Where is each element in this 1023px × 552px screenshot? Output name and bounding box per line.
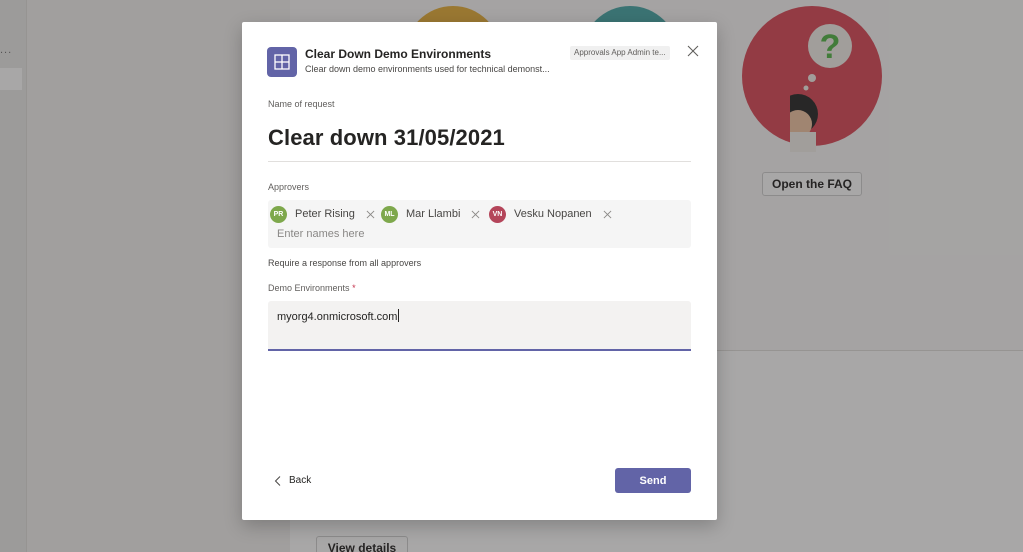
approver-chip-peter-rising: PR Peter Rising <box>270 205 375 223</box>
demo-environments-label: Demo Environments * <box>268 283 356 293</box>
text-caret <box>398 309 400 322</box>
approver-search-input[interactable] <box>277 226 677 242</box>
chevron-left-icon <box>274 475 281 486</box>
demo-environments-value-text: myorg4.onmicrosoft.com <box>277 311 398 323</box>
close-button[interactable] <box>685 43 701 59</box>
back-label: Back <box>289 475 312 486</box>
remove-approver-icon[interactable] <box>471 210 480 219</box>
approver-name: Peter Rising <box>295 208 355 220</box>
dialog-subtitle: Clear down demo environments used for te… <box>305 64 550 74</box>
avatar: PR <box>270 205 287 223</box>
required-mark: * <box>352 283 356 293</box>
send-button[interactable]: Send <box>615 468 691 493</box>
avatar: VN <box>489 205 506 223</box>
demo-environments-label-text: Demo Environments <box>268 283 350 293</box>
demo-environments-field[interactable]: myorg4.onmicrosoft.com <box>268 301 691 351</box>
approver-name: Vesku Nopanen <box>514 208 592 220</box>
back-button[interactable]: Back <box>274 475 311 486</box>
remove-approver-icon[interactable] <box>366 210 375 219</box>
avatar: ML <box>381 205 398 223</box>
request-name-label: Name of request <box>268 99 335 109</box>
approval-dialog: Clear Down Demo Environments Clear down … <box>242 22 717 520</box>
approvers-label: Approvers <box>268 182 310 192</box>
approvals-app-icon <box>267 47 297 77</box>
dialog-title: Clear Down Demo Environments <box>305 47 492 61</box>
approver-chip-mar-llambi: ML Mar Llambi <box>381 205 480 223</box>
approvers-picker[interactable]: PR Peter Rising ML Mar Llambi VN Vesku N… <box>268 200 691 248</box>
close-icon <box>687 45 699 57</box>
demo-environments-value: myorg4.onmicrosoft.com <box>277 309 400 323</box>
approver-chip-vesku-nopanen: VN Vesku Nopanen <box>489 205 612 223</box>
app-badge: Approvals App Admin te... <box>570 46 670 60</box>
request-name-field[interactable]: Clear down 31/05/2021 <box>268 125 505 151</box>
request-name-underline <box>268 161 691 162</box>
require-all-approvers-text: Require a response from all approvers <box>268 258 422 268</box>
remove-approver-icon[interactable] <box>603 210 612 219</box>
approver-name: Mar Llambi <box>406 208 461 220</box>
